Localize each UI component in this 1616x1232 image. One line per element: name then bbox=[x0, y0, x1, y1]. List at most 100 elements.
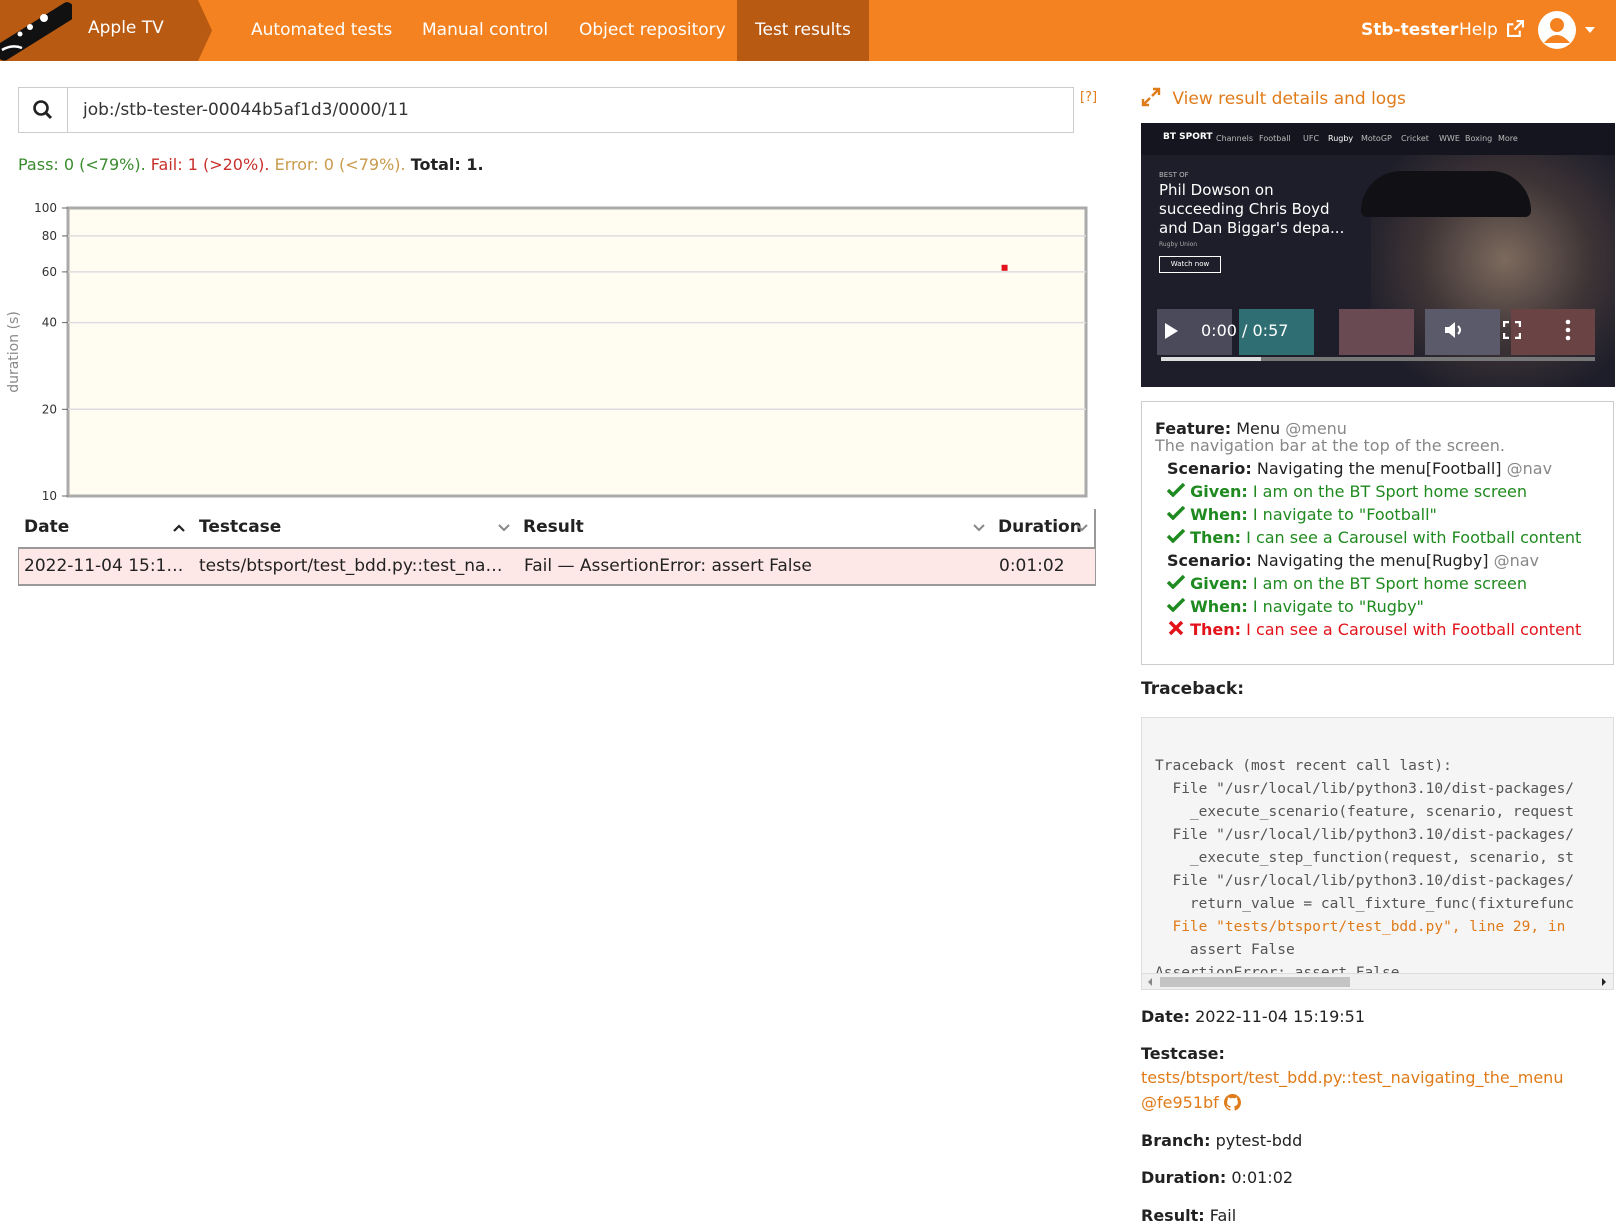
table-row[interactable]: 2022-11-04 15:19:51 tests/btsport/test_b… bbox=[18, 549, 1096, 586]
brand-link[interactable]: Stb-tester bbox=[1361, 0, 1458, 61]
meta-testcase-label: Testcase: bbox=[1141, 1044, 1225, 1063]
step-line: Then: I can see a Carousel with Football… bbox=[1167, 528, 1581, 547]
scroll-right-icon[interactable] bbox=[1601, 977, 1607, 987]
step-keyword: When: bbox=[1190, 597, 1248, 616]
summary-pass[interactable]: Pass: 0 (<79%). bbox=[18, 155, 146, 174]
video-menu-item: More bbox=[1498, 134, 1518, 143]
search-icon bbox=[33, 100, 53, 120]
video-controls: 0:00 / 0:57 bbox=[1141, 309, 1615, 387]
video-time: 0:00 / 0:57 bbox=[1201, 321, 1289, 340]
search-help-link[interactable]: [?] bbox=[1080, 90, 1097, 105]
col-header-duration[interactable]: Duration bbox=[998, 509, 1088, 547]
step-text: I can see a Carousel with Football conte… bbox=[1246, 620, 1582, 639]
traceback-line-file-link[interactable]: File "tests/btsport/test_bdd.py", line 2… bbox=[1155, 919, 1565, 935]
meta-testcase-link[interactable]: tests/btsport/test_bdd.py::test_navigati… bbox=[1141, 1068, 1563, 1087]
cross-icon bbox=[1168, 621, 1184, 635]
fullscreen-icon[interactable] bbox=[1503, 321, 1521, 339]
chart-y-tick-label: 10 bbox=[42, 489, 57, 502]
check-icon bbox=[1167, 529, 1185, 543]
video-progress-bar[interactable] bbox=[1161, 357, 1595, 361]
scenario-name: Navigating the menu[Football] bbox=[1256, 459, 1502, 478]
step-line: Given: I am on the BT Sport home screen bbox=[1167, 574, 1527, 593]
step-text: I am on the BT Sport home screen bbox=[1252, 574, 1528, 593]
scenario-keyword: Scenario: bbox=[1167, 459, 1252, 478]
traceback-line: assert False bbox=[1155, 942, 1295, 958]
scroll-left-icon[interactable] bbox=[1147, 977, 1153, 987]
chart-y-tick-label: 80 bbox=[42, 229, 57, 243]
more-options-icon[interactable] bbox=[1564, 319, 1572, 341]
help-link[interactable]: Help bbox=[1459, 0, 1525, 61]
nav-test-results[interactable]: Test results bbox=[737, 0, 869, 61]
traceback-line: Traceback (most recent call last): bbox=[1155, 758, 1452, 774]
meta-duration-label: Duration: bbox=[1141, 1168, 1227, 1187]
row-testcase: tests/btsport/test_bdd.py::test_navi... bbox=[199, 556, 504, 576]
step-line: When: I navigate to "Rugby" bbox=[1167, 597, 1424, 616]
col-header-result-label: Result bbox=[523, 517, 584, 537]
col-header-testcase[interactable]: Testcase bbox=[199, 509, 509, 547]
chart-y-tick-label: 20 bbox=[42, 402, 57, 416]
summary-fail[interactable]: Fail: 1 (>20%). bbox=[151, 155, 270, 174]
check-icon bbox=[1167, 483, 1185, 497]
step-line: When: I navigate to "Football" bbox=[1167, 505, 1437, 524]
step-keyword: Then: bbox=[1190, 620, 1242, 639]
col-header-result[interactable]: Result bbox=[523, 509, 983, 547]
scenario-keyword: Scenario: bbox=[1167, 551, 1252, 570]
play-icon[interactable] bbox=[1163, 322, 1179, 340]
video-watch-now: Watch now bbox=[1159, 256, 1221, 273]
step-text: I can see a Carousel with Football conte… bbox=[1246, 528, 1582, 547]
video-subtitle: Rugby Union bbox=[1159, 241, 1198, 248]
step-line: Given: I am on the BT Sport home screen bbox=[1167, 482, 1527, 501]
video-menu-item: Football bbox=[1259, 134, 1291, 143]
check-icon bbox=[1167, 506, 1185, 520]
bdd-feature-panel: Feature: Menu @menu The navigation bar a… bbox=[1141, 401, 1614, 665]
user-avatar[interactable] bbox=[1538, 11, 1576, 49]
search-box bbox=[18, 87, 1074, 133]
check-icon bbox=[1167, 575, 1185, 589]
scenario-line: Scenario: Navigating the menu[Football] … bbox=[1167, 459, 1552, 478]
traceback-line: _execute_step_function(request, scenario… bbox=[1155, 850, 1575, 866]
github-icon bbox=[1223, 1094, 1241, 1111]
duration-filter-chevron-icon[interactable] bbox=[1076, 523, 1088, 533]
meta-result-value: Fail bbox=[1209, 1206, 1237, 1225]
meta-commit-link[interactable]: @fe951bf bbox=[1141, 1093, 1241, 1112]
col-header-testcase-label: Testcase bbox=[199, 517, 282, 537]
video-menu-item: MotoGP bbox=[1361, 134, 1392, 143]
row-date: 2022-11-04 15:19:51 bbox=[24, 556, 194, 576]
sort-asc-icon[interactable] bbox=[173, 523, 185, 533]
video-menu-item: Boxing bbox=[1465, 134, 1493, 143]
chart-data-point bbox=[1001, 264, 1008, 271]
video-title: Phil Dowson on succeeding Chris Boyd and… bbox=[1159, 181, 1345, 237]
meta-date-value: 2022-11-04 15:19:51 bbox=[1195, 1007, 1366, 1026]
video-progress-fill bbox=[1161, 357, 1261, 361]
meta-result: Result: Fail bbox=[1141, 1206, 1236, 1225]
search-button[interactable] bbox=[19, 88, 68, 132]
nav-automated-tests[interactable]: Automated tests bbox=[233, 0, 410, 61]
top-nav: Apple TV Automated tests Manual control … bbox=[0, 0, 1616, 61]
nav-object-repository[interactable]: Object repository bbox=[561, 0, 744, 61]
video-player[interactable]: BT SPORT Channels Football UFC Rugby Mot… bbox=[1141, 123, 1615, 387]
meta-date-label: Date: bbox=[1141, 1007, 1190, 1026]
testcase-filter-chevron-icon[interactable] bbox=[498, 523, 510, 533]
video-best-of: BEST OF bbox=[1159, 171, 1189, 179]
view-details-link[interactable]: View result details and logs bbox=[1141, 87, 1406, 109]
duration-chart[interactable]: 10 20 40 60 80 100 duration (s) bbox=[0, 196, 1100, 502]
device-selector[interactable]: Apple TV bbox=[0, 0, 212, 61]
user-menu-caret-icon[interactable] bbox=[1585, 27, 1595, 33]
video-hero-cap bbox=[1361, 171, 1531, 217]
remote-control-logo-icon bbox=[0, 2, 72, 61]
traceback-box[interactable]: Traceback (most recent call last): File … bbox=[1141, 717, 1614, 990]
search-input[interactable] bbox=[69, 88, 1073, 132]
volume-icon[interactable] bbox=[1444, 320, 1466, 340]
traceback-line: File "/usr/local/lib/python3.10/dist-pac… bbox=[1155, 873, 1575, 889]
feature-description: The navigation bar at the top of the scr… bbox=[1155, 436, 1505, 455]
result-filter-chevron-icon[interactable] bbox=[973, 523, 985, 533]
col-header-duration-label: Duration bbox=[998, 517, 1082, 537]
meta-branch-value: pytest-bdd bbox=[1215, 1131, 1303, 1150]
summary-error[interactable]: Error: 0 (<79%). bbox=[275, 155, 406, 174]
btsport-logo: BT SPORT bbox=[1163, 132, 1213, 142]
meta-duration: Duration: 0:01:02 bbox=[1141, 1168, 1293, 1187]
nav-manual-control[interactable]: Manual control bbox=[404, 0, 566, 61]
traceback-scrollbar[interactable] bbox=[1142, 973, 1613, 989]
traceback-scroll-thumb[interactable] bbox=[1160, 977, 1350, 987]
expand-icon bbox=[1141, 87, 1161, 107]
